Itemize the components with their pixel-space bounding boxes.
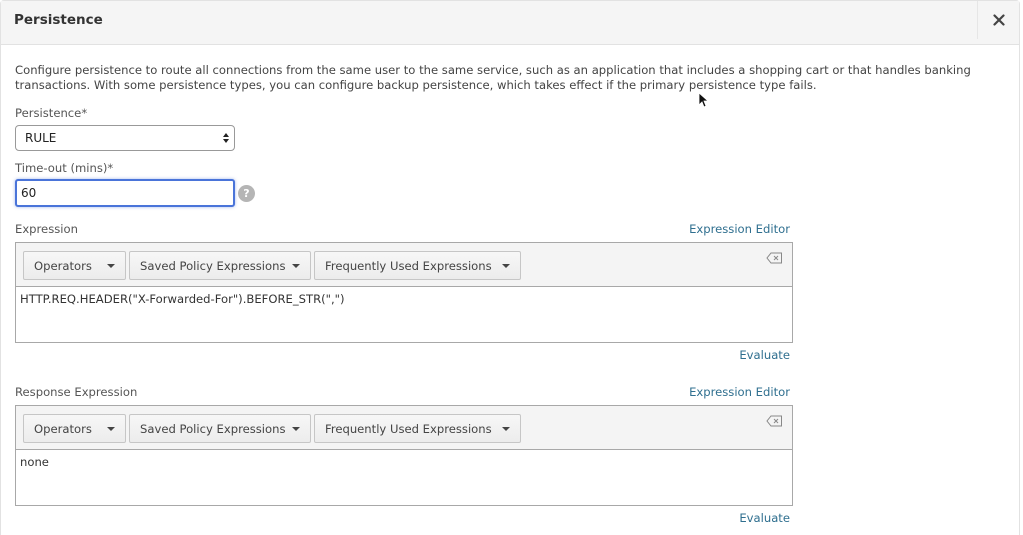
response-frequently-used-expressions-dropdown[interactable]: Frequently Used Expressions (314, 414, 521, 443)
caret-down-icon (292, 264, 300, 268)
frequently-used-expressions-label: Frequently Used Expressions (325, 258, 492, 273)
close-button[interactable] (977, 1, 1019, 39)
close-icon (992, 14, 1005, 26)
help-icon[interactable]: ? (238, 185, 255, 202)
operators-label: Operators (34, 258, 92, 273)
expression-toolbar: Operators Saved Policy Expressions Frequ… (16, 243, 792, 287)
expression-box: Operators Saved Policy Expressions Frequ… (15, 242, 793, 343)
expression-label: Expression (15, 222, 78, 236)
persistence-label: Persistence* (15, 106, 88, 120)
saved-policy-expressions-label: Saved Policy Expressions (140, 421, 286, 436)
response-expression-editor-link[interactable]: Expression Editor (689, 385, 790, 399)
caret-down-icon (502, 427, 510, 431)
response-saved-policy-expressions-dropdown[interactable]: Saved Policy Expressions (129, 414, 311, 443)
evaluate-link[interactable]: Evaluate (739, 348, 790, 362)
select-arrows-icon (223, 133, 229, 143)
persistence-select-value: RULE (25, 131, 57, 145)
response-expression-toolbar: Operators Saved Policy Expressions Frequ… (16, 406, 792, 450)
operators-dropdown[interactable]: Operators (23, 251, 126, 280)
response-operators-dropdown[interactable]: Operators (23, 414, 126, 443)
saved-policy-expressions-label: Saved Policy Expressions (140, 258, 286, 273)
clear-response-expression-icon[interactable] (766, 415, 783, 427)
dialog-header: Persistence (1, 1, 1019, 45)
timeout-input[interactable]: 60 (15, 179, 235, 207)
persistence-dialog: Persistence Configure persistence to rou… (0, 0, 1020, 535)
response-evaluate-link[interactable]: Evaluate (739, 511, 790, 525)
response-expression-box: Operators Saved Policy Expressions Frequ… (15, 405, 793, 506)
expression-editor-link[interactable]: Expression Editor (689, 222, 790, 236)
response-expression-textarea[interactable]: none (16, 450, 792, 474)
clear-expression-icon[interactable] (766, 252, 783, 264)
caret-down-icon (107, 264, 115, 268)
dialog-description: Configure persistence to route all conne… (15, 63, 971, 92)
caret-down-icon (292, 427, 300, 431)
timeout-label: Time-out (mins)* (15, 161, 114, 175)
response-expression-label: Response Expression (15, 385, 138, 399)
dialog-title: Persistence (14, 12, 103, 28)
caret-down-icon (107, 427, 115, 431)
frequently-used-expressions-label: Frequently Used Expressions (325, 421, 492, 436)
operators-label: Operators (34, 421, 92, 436)
saved-policy-expressions-dropdown[interactable]: Saved Policy Expressions (129, 251, 311, 280)
persistence-select[interactable]: RULE (15, 125, 235, 151)
mouse-cursor-icon (698, 92, 708, 108)
expression-textarea[interactable]: HTTP.REQ.HEADER("X-Forwarded-For").BEFOR… (16, 287, 792, 311)
timeout-value: 60 (21, 186, 37, 200)
frequently-used-expressions-dropdown[interactable]: Frequently Used Expressions (314, 251, 521, 280)
caret-down-icon (502, 264, 510, 268)
